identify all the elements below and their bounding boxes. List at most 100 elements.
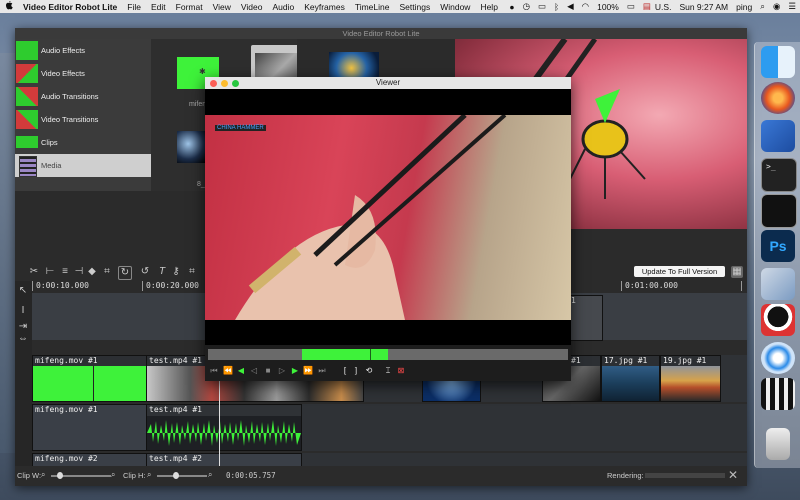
menu-file[interactable]: File (122, 2, 146, 12)
input-locale[interactable]: U.S. (655, 2, 676, 12)
sidebar-item-video-transitions[interactable]: Video Transitions (15, 108, 151, 131)
battery-percent[interactable]: 100% (593, 2, 623, 12)
us-flag-icon[interactable]: ▤ (639, 1, 655, 12)
viewer-scrubber[interactable] (208, 349, 568, 360)
scrub-selection[interactable] (302, 349, 388, 360)
preview-app-icon[interactable] (761, 268, 795, 300)
audio-clip-test[interactable]: test.mp4 #1 (146, 404, 302, 451)
zoom-in-icon[interactable]: ⌕ (208, 470, 212, 480)
clip-test-2[interactable]: test.mp4 #2 (146, 453, 302, 467)
video-clip-mifeng[interactable]: mifeng.mov #1 (32, 355, 148, 402)
sidebar-item-clips[interactable]: Clips (15, 131, 151, 154)
finder-icon[interactable] (761, 46, 795, 78)
rotate-icon[interactable]: ↺ (139, 266, 151, 278)
sidebar-item-audio-transitions[interactable]: Audio Transitions (15, 85, 151, 108)
ibeam-tool-icon[interactable]: I (17, 305, 29, 317)
crop-icon[interactable]: ⌗ (101, 266, 113, 278)
split-icon[interactable]: ⌶ (383, 365, 393, 377)
menu-format[interactable]: Format (171, 2, 208, 12)
pointer-tool-icon[interactable]: ↖ (17, 285, 29, 297)
bluetooth-icon[interactable]: ᛒ (550, 2, 563, 12)
key-icon[interactable]: ⚷ (170, 266, 182, 278)
qq-status-icon[interactable]: ● (505, 2, 518, 12)
notification-center-icon[interactable]: ☰ (784, 1, 800, 12)
clip-height-knob[interactable] (173, 472, 179, 479)
firefox-icon[interactable] (761, 82, 795, 114)
update-full-version-button[interactable]: Update To Full Version (634, 266, 725, 277)
menu-help[interactable]: Help (475, 2, 502, 12)
clock-status-icon[interactable]: ◷ (519, 1, 534, 12)
menu-video[interactable]: Video (236, 2, 268, 12)
viewer-video[interactable]: CHINA HAMMER (205, 115, 571, 320)
zoom-in-icon[interactable]: ⌕ (111, 470, 115, 480)
clip-width-knob[interactable] (57, 472, 63, 479)
track-audio-1[interactable]: mifeng.mov #1 test.mp4 #1 (32, 404, 747, 451)
eraser-icon[interactable]: ◆ (86, 266, 98, 278)
media-thumb-space[interactable] (177, 131, 205, 163)
overlay-clip[interactable]: 1 (568, 295, 603, 341)
video-editor-icon[interactable] (761, 378, 795, 410)
airplay-icon[interactable]: ▭ (534, 1, 550, 12)
sidebar-item-audio-effects[interactable]: Audio Effects (15, 39, 151, 62)
zoom-out-icon[interactable]: ⌕ (41, 470, 45, 480)
zoom-window-button[interactable] (232, 80, 239, 87)
menu-edit[interactable]: Edit (146, 2, 171, 12)
volume-icon[interactable]: ◀ (563, 1, 578, 12)
clip-mifeng-2[interactable]: mifeng.mov #2 (32, 453, 148, 467)
loop-icon[interactable]: ↻ (118, 266, 132, 280)
panel-toggle-icon[interactable]: ▦ (731, 266, 743, 278)
menu-timeline[interactable]: TimeLine (350, 2, 395, 12)
play-reverse-icon[interactable]: ◀ (236, 365, 246, 377)
mark-in-icon[interactable]: [ (340, 365, 350, 377)
ripple-both-icon[interactable]: ⇔ (17, 333, 29, 345)
terminal-icon[interactable]: >_ (761, 158, 797, 192)
menu-window[interactable]: Window (435, 2, 475, 12)
apple-menu-icon[interactable] (0, 1, 18, 12)
menu-keyframes[interactable]: Keyframes (299, 2, 350, 12)
clip-height-slider[interactable] (157, 475, 207, 477)
text-tool-icon[interactable]: T (156, 266, 168, 278)
battery-icon[interactable]: ▭ (623, 1, 639, 12)
loop-playback-icon[interactable]: ⟲ (364, 365, 374, 377)
menu-user[interactable]: ping (732, 2, 756, 12)
go-start-icon[interactable]: ⏮ (209, 365, 219, 377)
video-clip-19jpg[interactable]: 19.jpg #1 (660, 355, 721, 402)
play-icon[interactable]: ▶ (290, 365, 300, 377)
photoshop-icon[interactable]: Ps (761, 230, 795, 262)
minimize-window-button[interactable] (221, 80, 228, 87)
activity-monitor-icon[interactable] (761, 194, 797, 228)
zoom-out-icon[interactable]: ⌕ (147, 470, 151, 480)
scrub-playhead[interactable] (370, 349, 371, 360)
go-end-icon[interactable]: ⏭ (317, 365, 327, 377)
close-icon[interactable]: ✕ (728, 468, 738, 482)
delete-range-icon[interactable]: ⊠ (396, 365, 406, 377)
fast-forward-icon[interactable]: ⏩ (303, 365, 313, 377)
cut-tool-icon[interactable]: ✂ (28, 266, 40, 278)
menu-settings[interactable]: Settings (394, 2, 435, 12)
menu-app-name[interactable]: Video Editor Robot Lite (18, 2, 122, 12)
crop-alt-icon[interactable]: ⌗ (186, 266, 198, 278)
trash-icon[interactable] (766, 428, 790, 460)
stop-icon[interactable]: ■ (263, 365, 273, 377)
ripple-right-icon[interactable]: ⇥ (17, 321, 29, 333)
align-right-icon[interactable]: ⊣ (73, 266, 85, 278)
menu-view[interactable]: View (208, 2, 236, 12)
align-center-icon[interactable]: ≡ (59, 266, 71, 278)
audio-clip-mifeng[interactable]: mifeng.mov #1 (32, 404, 148, 451)
menu-audio[interactable]: Audio (267, 2, 299, 12)
step-back-icon[interactable]: ◁ (249, 365, 259, 377)
video-clip-17jpg[interactable]: 17.jpg #1 (601, 355, 660, 402)
track-video-2[interactable]: mifeng.mov #2 test.mp4 #2 (32, 453, 747, 467)
rewind-icon[interactable]: ⏪ (223, 365, 233, 377)
align-left-icon[interactable]: ⊢ (44, 266, 56, 278)
spotlight-icon[interactable]: ⌕ (756, 1, 769, 12)
sidebar-item-video-effects[interactable]: Video Effects (15, 62, 151, 85)
xcode-icon[interactable] (761, 120, 795, 152)
siri-icon[interactable]: ◉ (769, 1, 784, 12)
qq-icon[interactable] (761, 304, 795, 336)
step-forward-icon[interactable]: ▷ (277, 365, 287, 377)
menu-clock[interactable]: Sun 9:27 AM (675, 2, 732, 12)
wifi-icon[interactable]: ◠ (578, 1, 593, 12)
mark-out-icon[interactable]: ] (351, 365, 361, 377)
close-window-button[interactable] (210, 80, 217, 87)
